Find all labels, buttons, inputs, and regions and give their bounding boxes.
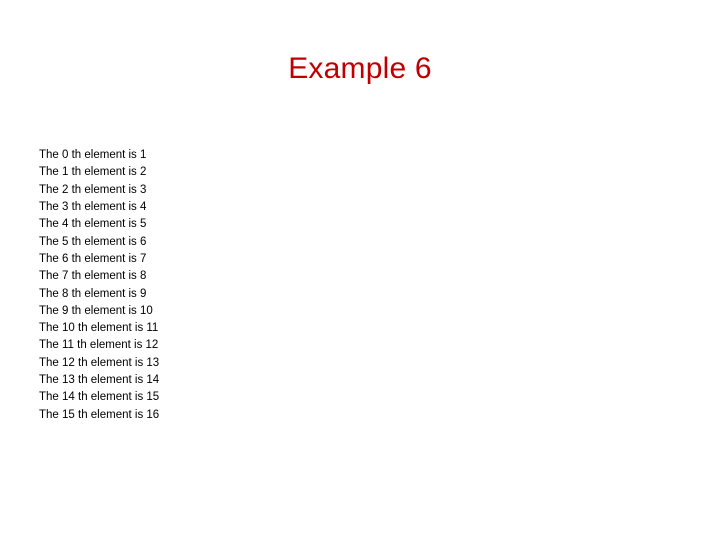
output-line: The 6 th element is 7: [39, 252, 147, 265]
output-line: The 9 th element is 10: [39, 304, 153, 317]
output-line: The 0 th element is 1: [39, 149, 147, 161]
slide-canvas: Example 6 The 0 th element is 1 The 1 th…: [0, 0, 720, 540]
output-line: The 4 th element is 5: [39, 218, 147, 231]
output-line: The 12 th element is 13: [39, 356, 160, 369]
page-title: Example 6: [288, 52, 432, 85]
output-line: The 10 th element is 11: [39, 322, 159, 335]
output-line: The 7 th element is 8: [39, 270, 147, 283]
output-line: The 13 th element is 14: [39, 374, 160, 387]
output-text-block: The 0 th element is 1 The 1 th element i…: [39, 147, 459, 424]
output-line: The 1 th element is 2: [39, 166, 147, 179]
output-line: The 3 th element is 4: [39, 200, 147, 213]
output-line: The 8 th element is 9: [39, 287, 147, 300]
output-line: The 14 th element is 15: [39, 391, 160, 404]
output-line: The 11 th element is 12: [39, 339, 159, 352]
output-line: The 15 th element is 16: [39, 408, 160, 421]
output-line: The 2 th element is 3: [39, 183, 147, 196]
output-line: The 5 th element is 6: [39, 235, 147, 248]
